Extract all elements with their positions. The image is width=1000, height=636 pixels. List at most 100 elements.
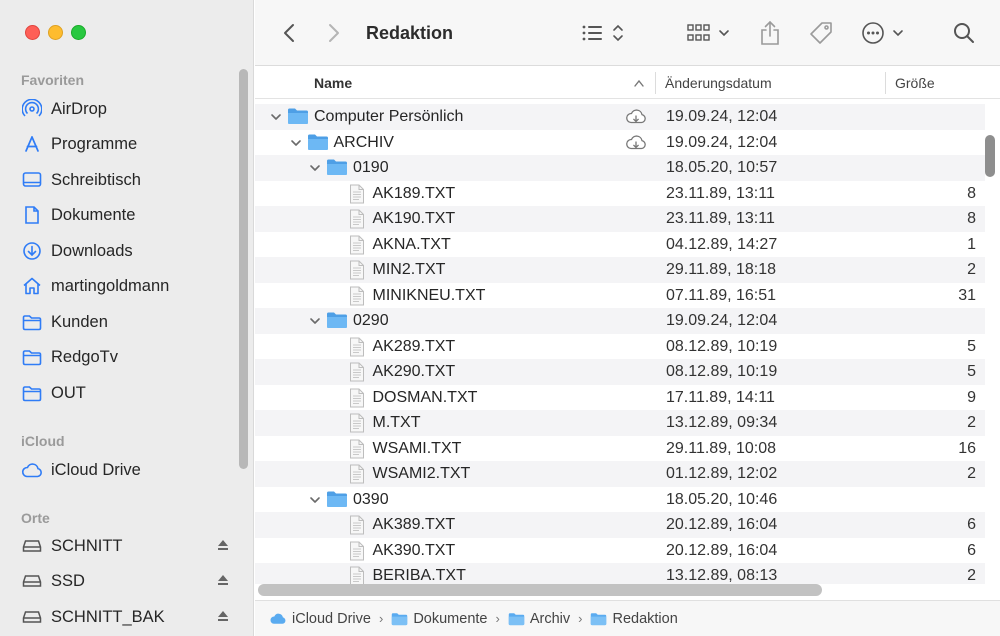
sidebar-item-schnitt-bak[interactable]: SCHNITT_BAK [21,602,241,632]
sidebar-item-kunden[interactable]: Kunden [21,307,241,337]
sidebar-item-schreibtisch[interactable]: Schreibtisch [21,165,241,195]
path-item-icloud-drive[interactable]: iCloud Drive [269,611,371,627]
sidebar-item-label: Schreibtisch [51,170,141,189]
tag-icon [810,22,832,44]
view-list-button[interactable] [581,0,627,66]
airdrop-icon [21,98,43,120]
eject-icon[interactable] [217,537,229,556]
sidebar: Favoriten AirDrop Programme Schreibtisch… [0,0,254,636]
path-item-dokumente[interactable]: Dokumente [391,611,487,627]
item-date: 19.09.24, 12:04 [666,108,778,125]
ellipsis-circle-icon [862,22,903,44]
tag-button[interactable] [808,0,834,66]
sidebar-item-out[interactable]: OUT [21,378,241,408]
sidebar-item-downloads[interactable]: Downloads [21,236,241,266]
text-file-icon [349,541,365,566]
disclosure-chevron-icon[interactable] [309,314,321,332]
sidebar-item-programme[interactable]: Programme [21,129,241,159]
item-name: WSAMI.TXT [372,439,462,457]
folder-row[interactable]: 0390 18.05.20, 10:46 [255,487,985,513]
folder-icon [591,612,607,625]
eject-icon[interactable] [217,608,229,627]
file-row[interactable]: MINIKNEU.TXT 07.11.89, 16:51 31 [255,283,985,309]
sidebar-item-label: martingoldmann [51,276,170,295]
file-row[interactable]: BERIBA.TXT 13.12.89, 08:13 2 [255,563,985,584]
window-controls [25,25,86,40]
folder-row[interactable]: ARCHIV 19.09.24, 12:04 [255,130,985,156]
file-row[interactable]: DOSMAN.TXT 17.11.89, 14:11 9 [255,385,985,411]
file-row[interactable]: AKNA.TXT 04.12.89, 14:27 1 [255,232,985,258]
more-actions-button[interactable] [861,0,907,66]
column-divider[interactable] [655,72,656,94]
file-row[interactable]: AK189.TXT 23.11.89, 13:11 8 [255,181,985,207]
back-button[interactable] [282,0,296,66]
file-row[interactable]: M.TXT 13.12.89, 09:34 2 [255,410,985,436]
file-row[interactable]: MIN2.TXT 29.11.89, 18:18 2 [255,257,985,283]
column-divider[interactable] [885,72,886,94]
path-separator-icon: › [378,611,384,626]
file-row[interactable]: AK289.TXT 08.12.89, 10:19 5 [255,334,985,360]
item-name: WSAMI2.TXT [372,465,471,482]
item-size: 16 [958,439,976,457]
text-file-icon [349,184,365,209]
sidebar-item-schnitt[interactable]: SCHNITT [21,531,241,561]
cloud-download-icon[interactable] [625,108,647,130]
zoom-window-button[interactable] [71,25,86,40]
item-date: 07.11.89, 16:51 [666,286,777,304]
disclosure-chevron-icon[interactable] [290,136,302,154]
column-header-name[interactable]: Name [314,67,352,99]
search-button[interactable] [953,0,975,66]
share-button[interactable] [760,0,780,66]
folder-row[interactable]: 0290 19.09.24, 12:04 [255,308,985,334]
sidebar-item-home[interactable]: martingoldmann [21,271,241,301]
downloads-icon [21,240,43,262]
text-file-icon [349,286,365,311]
applications-icon [21,133,43,155]
sidebar-item-redgotv[interactable]: RedgoTv [21,342,241,372]
horizontal-scrollbar[interactable] [258,584,822,596]
sidebar-item-airdrop[interactable]: AirDrop [21,94,241,124]
disk-icon [21,570,43,592]
path-item-redaktion[interactable]: Redaktion [590,611,678,627]
cloud-icon [21,459,43,481]
file-row[interactable]: AK290.TXT 08.12.89, 10:19 5 [255,359,985,385]
file-row[interactable]: AK389.TXT 20.12.89, 16:04 6 [255,512,985,538]
sidebar-item-label: RedgoTv [51,347,118,366]
file-row[interactable]: WSAMI2.TXT 01.12.89, 12:02 2 [255,461,985,487]
cloud-download-icon[interactable] [625,134,647,156]
disclosure-chevron-icon[interactable] [309,493,321,511]
file-row[interactable]: WSAMI.TXT 29.11.89, 10:08 16 [255,436,985,462]
file-row[interactable]: AK190.TXT 23.11.89, 13:11 8 [255,206,985,232]
item-name: DOSMAN.TXT [372,388,478,406]
forward-button[interactable] [327,0,341,66]
sidebar-item-icloud-drive[interactable]: iCloud Drive [21,455,241,485]
folder-icon [326,311,348,334]
column-header-date[interactable]: Änderungsdatum [665,67,772,99]
share-icon [761,20,779,45]
folder-row[interactable]: 0190 18.05.20, 10:57 [255,155,985,181]
path-item-label: Archiv [529,610,571,627]
eject-icon[interactable] [217,572,229,591]
disk-icon [21,535,43,557]
vertical-scrollbar[interactable] [985,135,995,177]
sidebar-scrollbar[interactable] [239,69,248,469]
disclosure-chevron-icon[interactable] [309,161,321,179]
item-size: 8 [967,184,976,202]
sidebar-item-dokumente[interactable]: Dokumente [21,200,241,230]
folder-row[interactable]: Computer Persönlich 19.09.24, 12:04 [255,104,985,130]
sidebar-item-label: SCHNITT_BAK [51,607,165,626]
text-file-icon [349,362,365,387]
minimize-window-button[interactable] [48,25,63,40]
path-item-archiv[interactable]: Archiv [508,611,570,627]
close-window-button[interactable] [25,25,40,40]
column-header-size[interactable]: Größe [895,67,935,99]
sidebar-item-label: SSD [51,571,85,590]
group-button[interactable] [687,0,733,66]
sidebar-item-ssd[interactable]: SSD [21,566,241,596]
disclosure-chevron-icon[interactable] [270,110,282,128]
folder-icon [508,612,525,625]
path-separator-icon: › [495,611,500,626]
folder-icon [21,346,43,368]
item-size: 31 [958,286,976,304]
file-row[interactable]: AK390.TXT 20.12.89, 16:04 6 [255,538,985,564]
